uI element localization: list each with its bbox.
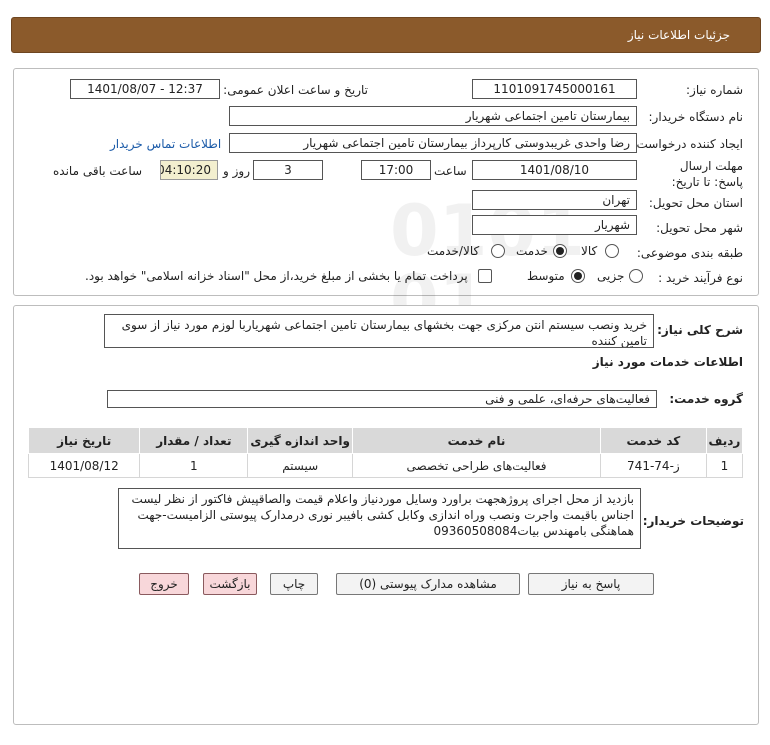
service-group-field: فعالیت‌های حرفه‌ای، علمی و فنی [107, 390, 657, 408]
process-radio-minor[interactable] [629, 269, 643, 283]
category-option-service: خدمت [516, 244, 548, 258]
buyer-notes-field: بازدید از محل اجرای پروژهجهت براورد وسای… [118, 488, 641, 549]
city-label: شهر محل تحویل: [656, 221, 743, 235]
process-radio-medium[interactable] [571, 269, 585, 283]
category-radio-service[interactable] [553, 244, 567, 258]
description-field: خرید ونصب سیستم انتن مرکزی جهت بخشهای بی… [104, 314, 654, 348]
col-header-need-date: تاریخ نیاز [27, 427, 141, 454]
print-button[interactable]: چاپ [270, 573, 318, 595]
col-header-service-name: نام خدمت [352, 427, 601, 454]
buyer-org-field: بیمارستان تامین اجتماعی شهریار [229, 106, 637, 126]
service-group-label: گروه خدمت: [669, 392, 743, 406]
services-table: ردیف کد خدمت نام خدمت واحد اندازه گیری ت… [27, 427, 744, 478]
time-remaining-field: 04:10:20 [160, 160, 218, 180]
exit-button[interactable]: خروج [139, 573, 189, 595]
services-section-title: اطلاعات خدمات مورد نیاز [592, 355, 743, 369]
col-header-unit: واحد اندازه گیری [247, 427, 354, 454]
process-type-label: نوع فرآیند خرید : [658, 271, 743, 285]
days-label: روز و [223, 164, 250, 178]
description-label: شرح کلی نیاز: [657, 323, 743, 337]
cell-service-name: فعالیت‌های طراحی تخصصی [352, 453, 601, 478]
announce-field: 1401/08/07 - 12:37 [70, 79, 220, 99]
category-option-goods-service: کالا/خدمت [427, 244, 480, 258]
need-number-field: 1101091745000161 [472, 79, 637, 99]
process-option-medium: متوسط [527, 269, 565, 283]
page-header: جزئیات اطلاعات نیاز [11, 17, 761, 53]
cell-need-date: 1401/08/12 [27, 453, 141, 478]
need-number-label: شماره نیاز: [686, 83, 743, 97]
back-button[interactable]: بازگشت [203, 573, 257, 595]
category-radio-goods-service[interactable] [491, 244, 505, 258]
days-remaining-field: 3 [253, 160, 323, 180]
category-radio-goods[interactable] [605, 244, 619, 258]
deadline-date-field: 1401/08/10 [472, 160, 637, 180]
treasury-payment-note: پرداخت تمام یا بخشی از مبلغ خرید،از محل … [85, 269, 468, 283]
treasury-payment-checkbox[interactable] [478, 269, 492, 283]
creator-label: ایجاد کننده درخواست: [632, 137, 743, 151]
view-attachments-button[interactable]: مشاهده مدارک پیوستی (0) [336, 573, 520, 595]
province-label: استان محل تحویل: [648, 196, 743, 210]
deadline-label: مهلت ارسال پاسخ: تا تاریخ: [671, 159, 743, 189]
col-header-quantity: تعداد / مقدار [139, 427, 249, 454]
time-remaining-label: ساعت باقی مانده [53, 164, 143, 178]
province-field: تهران [472, 190, 637, 210]
cell-unit: سیستم [247, 453, 354, 478]
page-title: جزئیات اطلاعات نیاز [627, 28, 730, 42]
col-header-row-number: ردیف [705, 427, 744, 454]
deadline-time-field: 17:00 [361, 160, 431, 180]
creator-field: رضا واحدی غریبدوستی کارپرداز بیمارستان ت… [229, 133, 637, 153]
table-row: 1 ز-74-741 فعالیت‌های طراحی تخصصی سیستم … [27, 453, 744, 478]
cell-row-number: 1 [705, 453, 744, 478]
city-field: شهریار [472, 215, 637, 235]
buyer-org-label: نام دستگاه خریدار: [648, 110, 744, 124]
reply-button[interactable]: پاسخ به نیاز [528, 573, 654, 595]
buyer-notes-label: توضیحات خریدار: [642, 514, 744, 528]
deadline-time-label: ساعت [434, 164, 467, 178]
cell-service-code: ز-74-741 [599, 453, 707, 478]
table-header-row: ردیف کد خدمت نام خدمت واحد اندازه گیری ت… [27, 427, 744, 454]
announce-label: تاریخ و ساعت اعلان عمومی: [223, 83, 368, 97]
category-label: طبقه بندی موضوعی: [636, 246, 743, 260]
category-option-goods: کالا [581, 244, 598, 258]
process-option-minor: جزیی [597, 269, 625, 283]
cell-quantity: 1 [139, 453, 249, 478]
need-info-panel [13, 68, 759, 296]
col-header-service-code: کد خدمت [599, 427, 707, 454]
buyer-contact-link[interactable]: اطلاعات تماس خریدار [110, 137, 221, 151]
